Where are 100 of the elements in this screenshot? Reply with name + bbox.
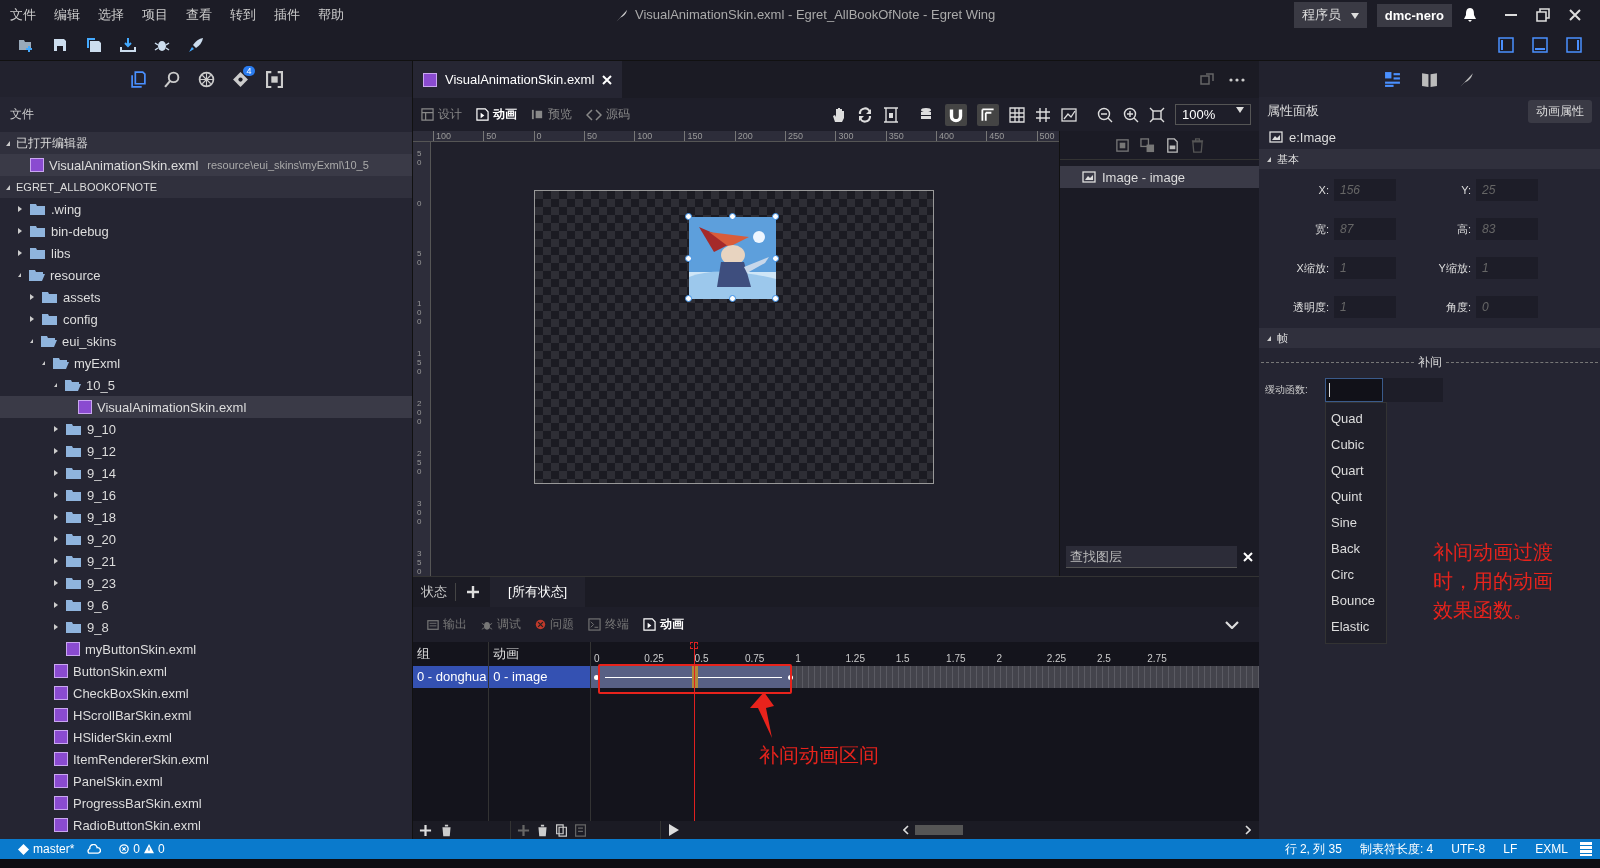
section-header[interactable]: 基本 <box>1259 149 1600 169</box>
menu-item[interactable]: 选择 <box>98 6 124 24</box>
document-icon[interactable] <box>1164 137 1180 153</box>
tree-item[interactable]: 9_21 <box>0 550 412 572</box>
ungroup-icon[interactable] <box>1139 137 1155 153</box>
properties-icon[interactable] <box>1384 70 1401 88</box>
tree-item[interactable]: 9_8 <box>0 616 412 638</box>
editor-tab[interactable]: VisualAnimationSkin.exml <box>413 61 623 98</box>
search-icon[interactable] <box>163 70 181 88</box>
state-tab[interactable]: [所有状态] <box>490 577 586 607</box>
dropdown-option[interactable]: Quart <box>1326 458 1386 484</box>
dropdown-option[interactable]: Elastic <box>1326 614 1386 640</box>
panel-tab[interactable]: 调试 <box>481 616 521 633</box>
dropdown-option[interactable]: Cubic <box>1326 432 1386 458</box>
tree-item[interactable]: 9_23 <box>0 572 412 594</box>
status-item[interactable]: 制表符长度: 4 <box>1359 840 1434 858</box>
tree-item[interactable]: PanelSkin.exml <box>0 770 412 792</box>
zoom-select[interactable]: 100% <box>1175 104 1251 125</box>
tree-item[interactable]: myButtonSkin.exml <box>0 638 412 660</box>
resize-handle[interactable] <box>772 255 779 262</box>
view-tab[interactable]: 动画 <box>476 106 517 123</box>
tree-item[interactable]: 9_20 <box>0 528 412 550</box>
resize-handle[interactable] <box>772 295 779 302</box>
scrollbar-thumb[interactable] <box>915 825 963 835</box>
table-cell[interactable]: 0 - donghua <box>413 666 489 688</box>
magnet-icon[interactable] <box>945 103 967 126</box>
error-count[interactable]: 0 <box>133 842 141 856</box>
tree-item[interactable]: HSliderSkin.exml <box>0 726 412 748</box>
menu-item[interactable]: 查看 <box>186 6 212 24</box>
panel-tab[interactable]: 终端 <box>588 616 629 633</box>
dropdown-option[interactable]: Back <box>1326 536 1386 562</box>
resize-handle[interactable] <box>729 213 736 220</box>
tween-bar[interactable] <box>591 666 791 688</box>
resize-handle[interactable] <box>729 295 736 302</box>
tree-item[interactable]: ItemRendererSkin.exml <box>0 748 412 770</box>
status-item[interactable]: LF <box>1503 842 1518 856</box>
tree-item[interactable]: 9_18 <box>0 506 412 528</box>
input-field[interactable]: 1 <box>1334 257 1396 279</box>
new-folder-icon[interactable] <box>18 37 34 53</box>
left-panel-icon[interactable] <box>1498 37 1514 53</box>
paste-icon[interactable] <box>574 823 587 837</box>
search-field[interactable]: 查找图层 <box>1066 546 1237 568</box>
tree-item[interactable]: assets <box>0 286 412 308</box>
panel-tab[interactable]: 动画 <box>643 616 684 633</box>
save-icon[interactable] <box>52 37 68 53</box>
zoom-out-icon[interactable] <box>1097 106 1113 123</box>
trash-icon[interactable] <box>440 823 453 837</box>
status-item[interactable]: UTF-8 <box>1451 842 1486 856</box>
dropdown-option[interactable]: Quad <box>1326 406 1386 432</box>
tree-item[interactable]: 10_5 <box>0 374 412 396</box>
section-header[interactable]: 帧 <box>1259 328 1600 348</box>
play-icon[interactable] <box>669 824 679 836</box>
menu-item[interactable]: 项目 <box>142 6 168 24</box>
dropdown-option[interactable]: Sine <box>1326 510 1386 536</box>
menu-item[interactable]: 插件 <box>274 6 300 24</box>
clear-icon[interactable] <box>1243 552 1253 562</box>
input-field[interactable] <box>1325 378 1383 402</box>
files-icon[interactable] <box>129 70 147 88</box>
tree-item[interactable]: .wing <box>0 198 412 220</box>
user-name[interactable]: dmc-nero <box>1376 3 1452 27</box>
input-field[interactable]: 83 <box>1476 218 1538 240</box>
scroll-left-icon[interactable] <box>903 825 909 835</box>
dropdown-option[interactable]: Quint <box>1326 484 1386 510</box>
input-field[interactable]: 0 <box>1476 296 1538 318</box>
tree-item[interactable]: ProgressBarSkin.exml <box>0 792 412 814</box>
warning-count[interactable]: 0 <box>158 842 165 856</box>
copy-icon[interactable] <box>555 823 568 837</box>
save-all-icon[interactable] <box>86 37 102 53</box>
scroll-right-icon[interactable] <box>1245 825 1251 835</box>
rocket-icon[interactable] <box>188 37 204 53</box>
input-field[interactable]: 25 <box>1476 179 1538 201</box>
sync-icon[interactable] <box>86 843 102 855</box>
tree-item[interactable]: 9_16 <box>0 484 412 506</box>
tree-item[interactable]: 9_10 <box>0 418 412 440</box>
menu-item[interactable]: 帮助 <box>318 6 344 24</box>
branch-status[interactable]: master* <box>18 842 75 856</box>
layer-item[interactable]: Image - image <box>1060 166 1259 188</box>
tree-item[interactable]: eui_skins <box>0 330 412 352</box>
tree-item[interactable]: myExml <box>0 352 412 374</box>
tree-item[interactable]: VisualAnimationSkin.exml <box>0 396 412 418</box>
resize-handle[interactable] <box>685 295 692 302</box>
aperture-icon[interactable] <box>197 70 215 88</box>
bottom-panel-icon[interactable] <box>1532 37 1548 53</box>
tree-item[interactable]: resource <box>0 264 412 286</box>
git-icon[interactable] <box>231 70 249 88</box>
menu-item[interactable]: 文件 <box>10 6 36 24</box>
guide-icon[interactable] <box>977 103 999 126</box>
hash-icon[interactable] <box>1035 106 1051 123</box>
tree-item[interactable]: CheckBoxSkin.exml <box>0 682 412 704</box>
input-field[interactable]: 1 <box>1476 257 1538 279</box>
image-edit-icon[interactable] <box>1061 106 1077 123</box>
dropdown-option[interactable]: Bounce <box>1326 588 1386 614</box>
open-editor-item[interactable]: VisualAnimationSkin.exml resource\eui_skins\myExml\10_5 <box>0 154 412 176</box>
book-icon[interactable] <box>1421 70 1438 88</box>
tree-item[interactable]: RadioButtonSkin.exml <box>0 814 412 836</box>
close-icon[interactable] <box>1568 8 1582 22</box>
tree-item[interactable]: config <box>0 308 412 330</box>
more-icon[interactable] <box>1229 77 1245 82</box>
restore-icon[interactable] <box>1536 8 1550 22</box>
trash-icon[interactable] <box>536 823 549 837</box>
